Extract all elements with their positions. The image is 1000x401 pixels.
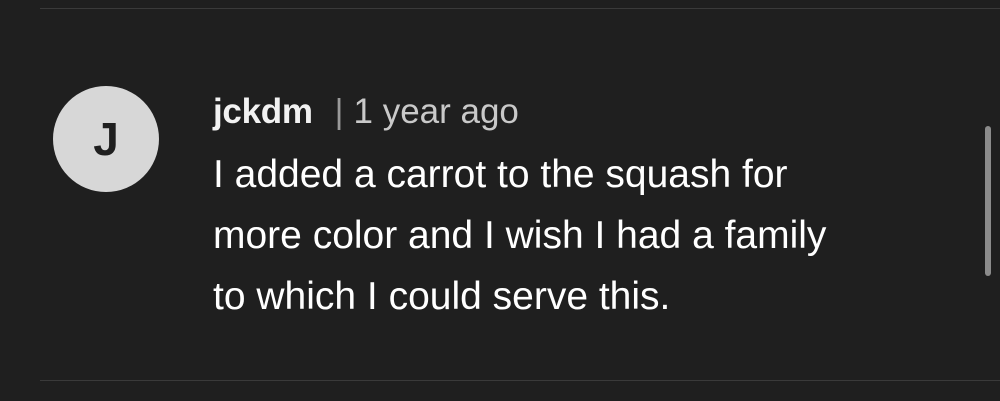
divider-top	[40, 8, 1000, 9]
comment-meta: jckdm | 1 year ago	[213, 86, 953, 138]
scrollbar-thumb[interactable]	[985, 126, 991, 276]
avatar[interactable]: J	[53, 86, 159, 192]
avatar-initial: J	[93, 113, 119, 165]
divider-bottom	[40, 380, 1000, 381]
comment-timestamp: 1 year ago	[353, 92, 519, 131]
comment-text-line: to which I could serve this.	[213, 275, 671, 318]
comment-body: jckdm | 1 year ago I added a carrot to t…	[213, 86, 953, 327]
comment-text-line: I added a carrot to the squash for	[213, 153, 788, 196]
comment-text: I added a carrot to the squash for more …	[213, 144, 953, 327]
meta-separator: |	[334, 92, 344, 131]
comment-username[interactable]: jckdm	[213, 92, 313, 132]
comment-text-line: more color and I wish I had a family	[213, 214, 827, 257]
comment-item: J jckdm | 1 year ago I added a carrot to…	[53, 86, 953, 356]
comment-panel: J jckdm | 1 year ago I added a carrot to…	[0, 0, 1000, 401]
